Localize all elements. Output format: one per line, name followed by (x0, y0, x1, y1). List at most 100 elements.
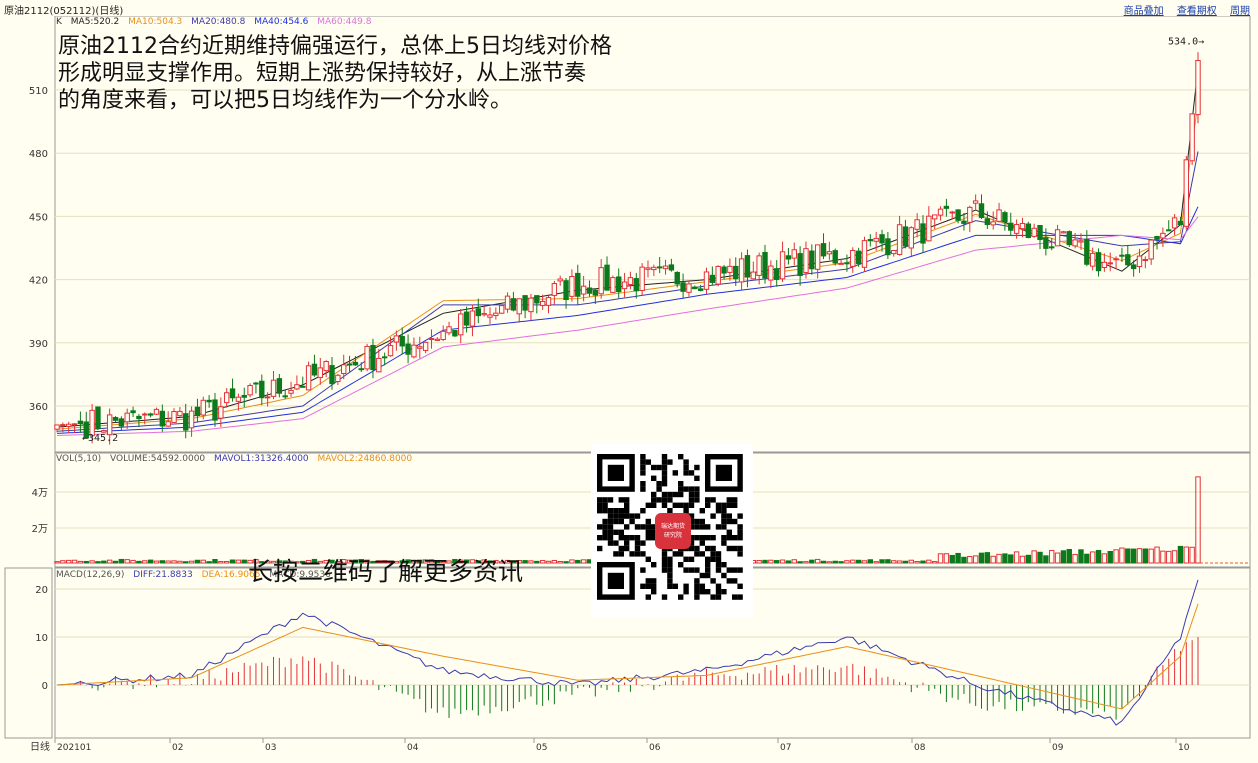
volume-bar (534, 560, 540, 564)
qr-module (683, 567, 689, 573)
qr-module (732, 502, 738, 508)
x-tick-label: 03 (265, 743, 276, 753)
candle-body (891, 249, 897, 255)
volume-bar (118, 558, 125, 564)
qr-module (607, 497, 614, 503)
volume-bar (159, 560, 166, 564)
qr-module (661, 464, 668, 471)
candle-body (177, 410, 183, 417)
candle-body (276, 378, 283, 394)
candle-body (1160, 232, 1166, 239)
qr-module (645, 524, 651, 530)
qr-module (651, 502, 657, 508)
candle-body (463, 311, 470, 326)
qr-module (656, 497, 662, 503)
qr-module (597, 502, 603, 508)
candle-body (171, 411, 177, 423)
candle-body (656, 266, 663, 269)
qr-module (678, 486, 684, 492)
qr-module (645, 459, 651, 465)
volume-bar (785, 560, 792, 564)
candle-body (200, 399, 206, 416)
qr-module (629, 551, 635, 557)
candle-body (364, 345, 370, 370)
qr-module (721, 518, 727, 525)
macd-tick-label: 10 (35, 633, 48, 644)
candle-body (914, 219, 920, 230)
qr-module (602, 518, 608, 525)
qr-module (732, 497, 738, 503)
qr-module (607, 513, 614, 519)
candle-body (376, 357, 382, 373)
candle-body (417, 346, 423, 349)
candle-body (972, 200, 979, 204)
qr-module (607, 524, 614, 530)
qr-module (613, 518, 619, 525)
candle-body (1054, 229, 1061, 247)
qr-logo-text-1: 瑞达期货 (660, 523, 685, 530)
candle-body (95, 406, 101, 430)
candle-body (253, 382, 259, 385)
candle-body (838, 262, 844, 265)
qr-module (613, 513, 619, 519)
candle-body (223, 392, 230, 404)
qr-module (732, 545, 738, 552)
qr-module (645, 535, 651, 541)
volume-bar (820, 560, 827, 564)
qr-module (694, 578, 700, 584)
candle-body (112, 416, 119, 421)
candle-body (984, 218, 991, 226)
candle-body (194, 406, 201, 417)
qr-module (661, 470, 668, 476)
window-topbar: 原油2112(052112)(日线) 商品叠加 查看期权 周期 (0, 0, 1258, 17)
volume-bar (1043, 555, 1049, 564)
qr-module (710, 594, 716, 600)
price-tick-label: 390 (29, 339, 48, 350)
volume-bar (1002, 553, 1008, 564)
qr-module (721, 535, 727, 541)
qr-module (661, 475, 668, 481)
qr-module (661, 562, 668, 568)
qr-module (694, 594, 700, 600)
candle-body (458, 313, 464, 336)
candle-body (428, 338, 435, 341)
qr-module (694, 518, 700, 525)
candle-body (446, 326, 452, 334)
candle-body (534, 295, 540, 304)
candle-body (66, 423, 72, 427)
qr-module (661, 556, 668, 562)
volume-bar (95, 561, 101, 564)
vol-legend: VOL(5,10) (56, 454, 102, 464)
qr-module (699, 589, 705, 595)
candle-body (639, 266, 645, 292)
qr-module (683, 583, 689, 589)
kline-chart[interactable]: 510 480 450 420 390 360 4万 2万 20 10 0 202101 02 03 04 0… (0, 16, 1258, 763)
candle-body (381, 356, 388, 359)
candle-body (358, 368, 364, 371)
candle-body (1089, 252, 1096, 267)
qr-finder-inner (607, 572, 624, 589)
volume-bar (563, 561, 569, 564)
qr-module (640, 486, 646, 492)
candle-body (130, 410, 136, 414)
qr-module (645, 583, 651, 589)
volume-bar (1078, 549, 1084, 564)
candle-body (785, 255, 792, 260)
volume-bar (762, 559, 768, 564)
candle-body (569, 276, 575, 297)
price-tick-label: 480 (29, 149, 48, 160)
qr-module (715, 567, 722, 573)
candle-body (124, 412, 130, 423)
window-title: 原油2112(052112)(日线) (4, 6, 124, 17)
candle-body (978, 203, 985, 218)
qr-module (661, 497, 668, 503)
qr-module (710, 551, 716, 557)
candle-body (1136, 255, 1143, 268)
qr-code[interactable]: 瑞达期货 研究院 (591, 444, 753, 617)
qr-module (651, 464, 657, 471)
qr-module (715, 589, 722, 595)
candle-body (452, 330, 458, 337)
qr-module (656, 481, 662, 487)
qr-module (732, 594, 738, 600)
qr-module (699, 551, 705, 557)
